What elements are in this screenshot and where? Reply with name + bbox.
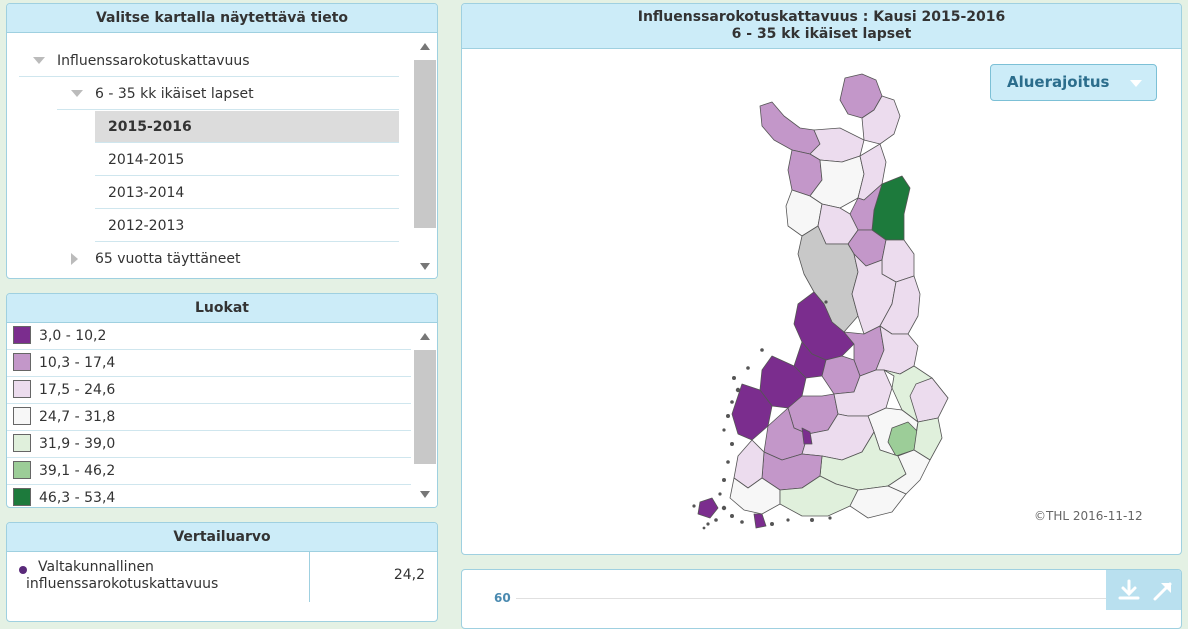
- scroll-down-icon[interactable]: [420, 491, 430, 498]
- legend-label: 10,3 - 17,4: [39, 355, 116, 371]
- tree-item-label: 2013-2014: [108, 185, 185, 201]
- tree-item-influenza-coverage[interactable]: Influenssarokotuskattavuus: [19, 45, 399, 77]
- download-icon[interactable]: [1116, 578, 1142, 604]
- legend-swatch: [13, 407, 31, 425]
- tree-item-2015-2016[interactable]: 2015-2016: [95, 111, 399, 143]
- tree-scrollbar[interactable]: [413, 33, 437, 278]
- legend-class-2: 10,3 - 17,4: [7, 350, 411, 377]
- legend-swatch: [13, 380, 31, 398]
- collapse-triangle-icon[interactable]: [71, 253, 78, 265]
- map-region: [821, 355, 861, 395]
- region-filter-dropdown[interactable]: Aluerajoitus: [990, 64, 1157, 101]
- tree-item-label: 2015-2016: [108, 119, 192, 135]
- legend-swatch: [13, 353, 31, 371]
- map-region: [697, 497, 719, 519]
- tree-item-2013-2014[interactable]: 2013-2014: [95, 177, 399, 209]
- chevron-down-icon: [1130, 80, 1142, 87]
- chart-panel: 60: [461, 569, 1182, 629]
- region-filter-label: Aluerajoitus: [1007, 73, 1110, 91]
- legend-class-3: 17,5 - 24,6: [7, 377, 411, 404]
- scroll-up-icon[interactable]: [420, 43, 430, 50]
- legend-list: 3,0 - 10,2 10,3 - 17,4 17,5 - 24,6 24,7 …: [7, 323, 411, 507]
- data-selection-title: Valitse kartalla näytettävä tieto: [7, 4, 437, 33]
- legend-swatch: [13, 434, 31, 452]
- copyright-notice: ©THL 2016-11-12: [1034, 509, 1143, 523]
- tree-item-label: 2014-2015: [108, 152, 185, 168]
- reference-value-panel: Vertailuarvo Valtakunnallinen influenssa…: [6, 522, 438, 622]
- classes-title: Luokat: [7, 294, 437, 323]
- legend-label: 3,0 - 10,2: [39, 328, 107, 344]
- map-panel: Influenssarokotuskattavuus : Kausi 2015-…: [461, 3, 1182, 555]
- tree-item-65-years[interactable]: 65 vuotta täyttäneet: [57, 243, 399, 275]
- reference-value: 24,2: [393, 567, 425, 583]
- legend-class-4: 24,7 - 31,8: [7, 404, 411, 431]
- legend-scroll-thumb[interactable]: [414, 350, 436, 464]
- reference-divider: [309, 552, 310, 602]
- legend-label: 46,3 - 53,4: [39, 490, 116, 506]
- chart-y-tick-label: 60: [494, 591, 511, 605]
- reference-label: Valtakunnallinen influenssarokotuskattav…: [26, 559, 306, 593]
- expand-icon[interactable]: [1150, 578, 1176, 604]
- map-region: [759, 101, 821, 155]
- map-region: [909, 377, 949, 423]
- legend-label: 24,7 - 31,8: [39, 409, 116, 425]
- chart-toolbar: [1106, 570, 1181, 610]
- expand-triangle-icon[interactable]: [33, 57, 45, 64]
- tree-item-label: Influenssarokotuskattavuus: [57, 53, 250, 69]
- legend-label: 31,9 - 39,0: [39, 436, 116, 452]
- classes-panel: Luokat 3,0 - 10,2 10,3 - 17,4 17,5 - 24,…: [6, 293, 438, 508]
- expand-triangle-icon[interactable]: [71, 90, 83, 97]
- legend-swatch: [13, 461, 31, 479]
- scroll-down-icon[interactable]: [420, 263, 430, 270]
- legend-class-7: 46,3 - 53,4: [7, 485, 411, 507]
- legend-scrollbar[interactable]: [413, 323, 437, 507]
- legend-class-1: 3,0 - 10,2: [7, 323, 411, 350]
- tree-item-label: 65 vuotta täyttäneet: [95, 251, 241, 267]
- data-tree: Influenssarokotuskattavuus 6 - 35 kk ikä…: [7, 33, 411, 278]
- legend-class-6: 39,1 - 46,2: [7, 458, 411, 485]
- tree-item-2014-2015[interactable]: 2014-2015: [95, 144, 399, 176]
- legend-swatch: [13, 488, 31, 506]
- tree-item-label: 2012-2013: [108, 218, 185, 234]
- chart-gridline: [516, 598, 1116, 599]
- map-region: [881, 239, 915, 283]
- legend-label: 39,1 - 46,2: [39, 463, 116, 479]
- reference-title: Vertailuarvo: [7, 523, 437, 552]
- scroll-up-icon[interactable]: [420, 333, 430, 340]
- map-region: [753, 513, 767, 529]
- legend-swatch: [13, 326, 31, 344]
- tree-item-2012-2013[interactable]: 2012-2013: [95, 210, 399, 242]
- tree-item-children-6-35[interactable]: 6 - 35 kk ikäiset lapset: [57, 78, 399, 110]
- reference-label-text: Valtakunnallinen influenssarokotuskattav…: [26, 559, 219, 592]
- map-region: [849, 485, 907, 519]
- legend-class-5: 31,9 - 39,0: [7, 431, 411, 458]
- legend-label: 17,5 - 24,6: [39, 382, 116, 398]
- tree-item-label: 6 - 35 kk ikäiset lapset: [95, 86, 254, 102]
- tree-scroll-thumb[interactable]: [414, 60, 436, 228]
- data-selection-panel: Valitse kartalla näytettävä tieto Influe…: [6, 3, 438, 279]
